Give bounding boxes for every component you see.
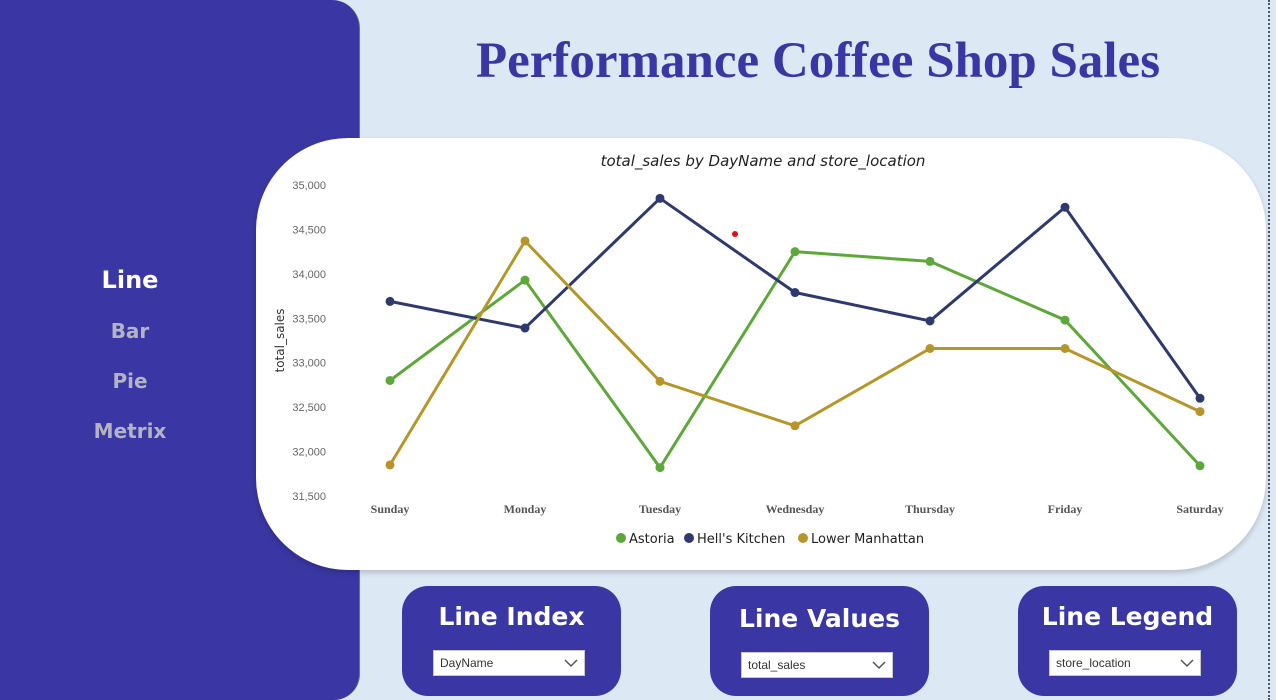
data-point	[790, 288, 800, 298]
page-title: Performance Coffee Shop Sales	[475, 33, 1161, 89]
legend-label: Lower Manhattan	[811, 532, 924, 547]
series-line	[389, 196, 1202, 400]
legend-label: Astoria	[629, 532, 675, 547]
line-values-dropdown[interactable]: total_sales	[741, 652, 893, 678]
line-index-card: Line Index DayName	[402, 586, 621, 696]
data-point	[790, 421, 800, 431]
sidebar-item-line[interactable]: Line	[0, 266, 260, 294]
sidebar-item-metrix[interactable]: Metrix	[0, 419, 260, 443]
legend-marker	[798, 533, 808, 543]
data-point	[520, 323, 530, 333]
y-tick-label: 32,000	[292, 447, 326, 459]
data-point	[1195, 393, 1205, 403]
line-index-title: Line Index	[438, 602, 585, 631]
legend-label: Hell's Kitchen	[697, 532, 785, 547]
chevron-down-icon	[872, 661, 886, 670]
line-values-card: Line Values total_sales	[710, 586, 929, 696]
line-index-value: DayName	[440, 656, 494, 670]
chevron-down-icon	[564, 659, 578, 668]
x-tick-label: Sunday	[371, 502, 410, 516]
data-point	[655, 376, 665, 386]
x-tick-label: Tuesday	[639, 502, 681, 516]
data-point	[925, 256, 935, 266]
data-point	[385, 296, 395, 306]
sidebar-item-pie[interactable]: Pie	[0, 369, 260, 393]
chevron-down-icon	[1180, 659, 1194, 668]
line-values-value: total_sales	[748, 658, 806, 672]
page-right-border	[1268, 0, 1270, 700]
line-legend-value: store_location	[1056, 656, 1131, 670]
legend-marker	[616, 533, 626, 543]
legend-marker	[684, 533, 694, 543]
data-point	[655, 463, 665, 473]
y-tick-label: 33,000	[292, 358, 326, 370]
line-legend-card: Line Legend store_location	[1018, 586, 1237, 696]
line-values-title: Line Values	[738, 604, 900, 633]
cursor-indicator	[732, 231, 738, 237]
y-tick-label: 31,500	[292, 491, 326, 503]
data-point	[655, 193, 665, 203]
y-axis-label: total_sales	[273, 308, 287, 372]
data-point	[1060, 202, 1070, 212]
y-tick-label: 32,500	[292, 402, 326, 414]
line-legend-dropdown[interactable]: store_location	[1049, 650, 1201, 676]
data-point	[925, 343, 935, 353]
series-line	[388, 239, 1201, 466]
x-tick-label: Friday	[1048, 502, 1083, 516]
x-tick-label: Monday	[504, 502, 547, 516]
data-point	[925, 316, 935, 326]
line-index-dropdown[interactable]: DayName	[433, 650, 585, 676]
chart-title: total_sales by DayName and store_locatio…	[601, 152, 926, 171]
data-point	[385, 460, 395, 470]
x-tick-label: Thursday	[905, 502, 955, 516]
line-legend-title: Line Legend	[1041, 602, 1214, 631]
chart-card: total_sales by DayName and store_locatio…	[256, 138, 1266, 570]
data-point	[1195, 461, 1205, 471]
data-point	[520, 275, 530, 285]
y-tick-label: 35,000	[292, 180, 326, 192]
sidebar-item-bar[interactable]: Bar	[0, 319, 260, 343]
y-tick-label: 34,500	[292, 224, 326, 236]
data-point	[385, 375, 395, 385]
y-tick-label: 34,000	[292, 269, 326, 281]
data-point	[520, 236, 530, 246]
line-chart[interactable]: total_sales by DayName and store_locatio…	[256, 138, 1266, 570]
data-point	[1195, 407, 1205, 417]
y-tick-label: 33,500	[292, 313, 326, 325]
x-tick-label: Saturday	[1176, 502, 1223, 516]
series-line	[389, 250, 1202, 470]
data-point	[1060, 315, 1070, 325]
data-point	[1060, 343, 1070, 353]
x-tick-label: Wednesday	[766, 502, 825, 516]
data-point	[790, 247, 800, 257]
